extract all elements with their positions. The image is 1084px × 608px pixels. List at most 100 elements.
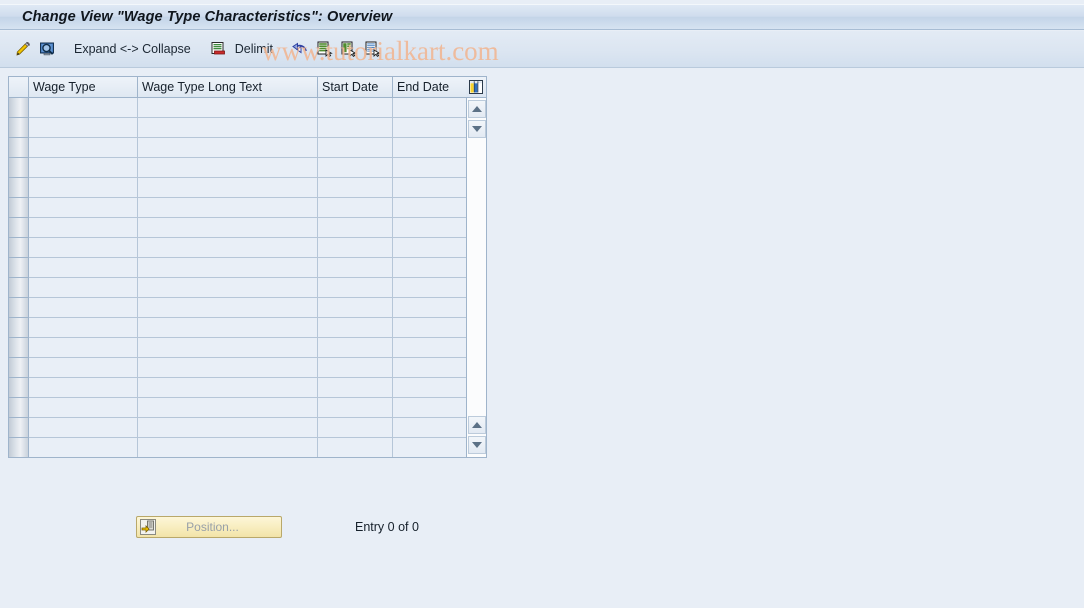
cell-end_date[interactable] <box>393 418 466 437</box>
cell-start_date[interactable] <box>318 178 393 197</box>
table-vertical-scrollbar[interactable] <box>466 98 486 457</box>
cell-wage_type_long_text[interactable] <box>138 198 318 217</box>
cell-end_date[interactable] <box>393 318 466 337</box>
cell-wage_type_long_text[interactable] <box>138 98 318 117</box>
table-row[interactable] <box>9 278 466 298</box>
cell-wage_type_long_text[interactable] <box>138 318 318 337</box>
row-selector-cell[interactable] <box>9 218 29 238</box>
row-selector-cell[interactable] <box>9 398 29 418</box>
scroll-down-button-bottom[interactable] <box>468 436 486 454</box>
cell-wage_type[interactable] <box>29 318 138 337</box>
table-row[interactable] <box>9 218 466 238</box>
row-selector-cell[interactable] <box>9 238 29 258</box>
delimit-button[interactable]: Delimit <box>233 37 275 61</box>
table-row[interactable] <box>9 98 466 118</box>
cell-wage_type[interactable] <box>29 238 138 257</box>
cell-wage_type[interactable] <box>29 358 138 377</box>
row-selector-cell[interactable] <box>9 158 29 178</box>
cell-end_date[interactable] <box>393 218 466 237</box>
cell-wage_type[interactable] <box>29 118 138 137</box>
cell-wage_type[interactable] <box>29 298 138 317</box>
cell-wage_type_long_text[interactable] <box>138 438 318 457</box>
cell-end_date[interactable] <box>393 298 466 317</box>
row-selector-cell[interactable] <box>9 138 29 158</box>
table-row[interactable] <box>9 258 466 278</box>
cell-start_date[interactable] <box>318 338 393 357</box>
cell-wage_type_long_text[interactable] <box>138 258 318 277</box>
table-row[interactable] <box>9 358 466 378</box>
table-row[interactable] <box>9 158 466 178</box>
cell-start_date[interactable] <box>318 378 393 397</box>
row-selector-cell[interactable] <box>9 298 29 318</box>
detail-button[interactable] <box>363 37 381 61</box>
table-row[interactable] <box>9 238 466 258</box>
cell-end_date[interactable] <box>393 238 466 257</box>
cell-end_date[interactable] <box>393 378 466 397</box>
row-selector-cell[interactable] <box>9 318 29 338</box>
row-selector-cell[interactable] <box>9 118 29 138</box>
cell-wage_type[interactable] <box>29 158 138 177</box>
row-selector-cell[interactable] <box>9 198 29 218</box>
column-header-wage-type[interactable]: Wage Type <box>29 77 138 97</box>
cell-wage_type_long_text[interactable] <box>138 298 318 317</box>
column-header-end-date[interactable]: End Date <box>393 77 466 97</box>
row-selector-cell[interactable] <box>9 98 29 118</box>
delimit-icon-button[interactable] <box>209 37 227 61</box>
scroll-down-button-top[interactable] <box>468 120 486 138</box>
cell-start_date[interactable] <box>318 358 393 377</box>
table-row[interactable] <box>9 338 466 358</box>
row-selector-cell[interactable] <box>9 338 29 358</box>
table-row[interactable] <box>9 418 466 438</box>
table-settings-button[interactable] <box>466 77 486 97</box>
cell-end_date[interactable] <box>393 338 466 357</box>
cell-end_date[interactable] <box>393 98 466 117</box>
cell-wage_type[interactable] <box>29 378 138 397</box>
cell-wage_type_long_text[interactable] <box>138 158 318 177</box>
table-row[interactable] <box>9 318 466 338</box>
cell-start_date[interactable] <box>318 138 393 157</box>
row-selector-cell[interactable] <box>9 258 29 278</box>
cell-wage_type_long_text[interactable] <box>138 418 318 437</box>
scroll-up-button-bottom[interactable] <box>468 416 486 434</box>
cell-wage_type[interactable] <box>29 418 138 437</box>
cell-end_date[interactable] <box>393 178 466 197</box>
cell-wage_type_long_text[interactable] <box>138 398 318 417</box>
cell-end_date[interactable] <box>393 158 466 177</box>
cell-end_date[interactable] <box>393 278 466 297</box>
table-row[interactable] <box>9 438 466 457</box>
cell-end_date[interactable] <box>393 358 466 377</box>
scroll-up-button-top[interactable] <box>468 100 486 118</box>
row-selector-cell[interactable] <box>9 178 29 198</box>
cell-wage_type_long_text[interactable] <box>138 378 318 397</box>
column-header-start-date[interactable]: Start Date <box>318 77 393 97</box>
cell-end_date[interactable] <box>393 438 466 457</box>
row-selector-cell[interactable] <box>9 358 29 378</box>
cell-wage_type[interactable] <box>29 218 138 237</box>
cell-wage_type[interactable] <box>29 278 138 297</box>
cell-start_date[interactable] <box>318 398 393 417</box>
cell-start_date[interactable] <box>318 98 393 117</box>
cell-start_date[interactable] <box>318 218 393 237</box>
row-selector-cell[interactable] <box>9 438 29 457</box>
cell-end_date[interactable] <box>393 258 466 277</box>
cell-start_date[interactable] <box>318 198 393 217</box>
cell-wage_type_long_text[interactable] <box>138 238 318 257</box>
cell-wage_type_long_text[interactable] <box>138 278 318 297</box>
row-selector-cell[interactable] <box>9 378 29 398</box>
cell-start_date[interactable] <box>318 238 393 257</box>
cell-start_date[interactable] <box>318 278 393 297</box>
cell-wage_type_long_text[interactable] <box>138 178 318 197</box>
cell-start_date[interactable] <box>318 418 393 437</box>
cell-wage_type_long_text[interactable] <box>138 138 318 157</box>
cell-wage_type[interactable] <box>29 258 138 277</box>
copy-as-button[interactable] <box>315 37 333 61</box>
table-row[interactable] <box>9 198 466 218</box>
row-selector-cell[interactable] <box>9 418 29 438</box>
column-header-wage-type-long-text[interactable]: Wage Type Long Text <box>138 77 318 97</box>
cell-wage_type_long_text[interactable] <box>138 218 318 237</box>
cell-wage_type[interactable] <box>29 438 138 457</box>
table-row[interactable] <box>9 298 466 318</box>
cell-start_date[interactable] <box>318 318 393 337</box>
cell-end_date[interactable] <box>393 118 466 137</box>
expand-collapse-button[interactable]: Expand <-> Collapse <box>72 37 193 61</box>
